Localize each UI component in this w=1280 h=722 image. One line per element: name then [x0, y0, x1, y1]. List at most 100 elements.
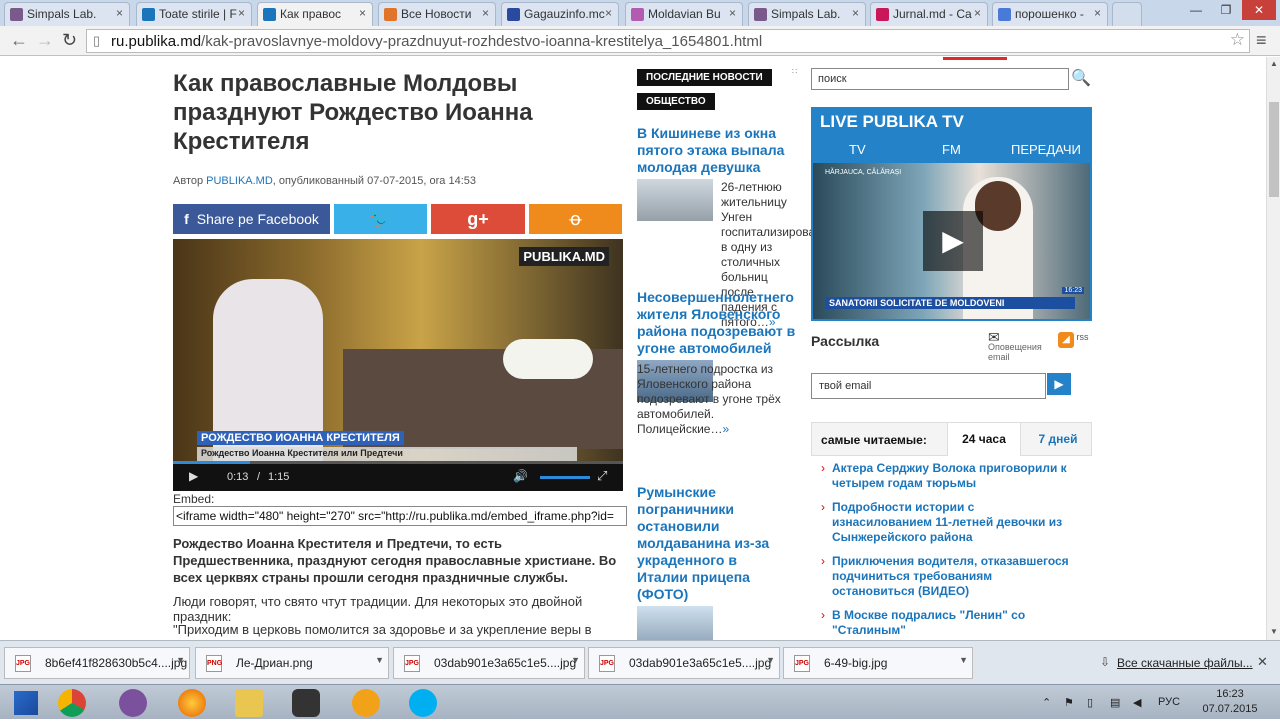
browser-tab[interactable]: Все Новости × [378, 2, 496, 26]
volume-icon[interactable]: 🔊 [513, 469, 528, 483]
clock[interactable]: 16:23 07.07.2015 [1200, 687, 1260, 717]
scroll-up-icon[interactable]: ▲ [1270, 59, 1278, 68]
web-page: Как православные Молдовы празднуют Рожде… [0, 57, 1266, 640]
chevron-down-icon[interactable]: ▼ [766, 655, 775, 665]
download-item[interactable]: JPG 6-49-big.jpg ▼ [783, 647, 973, 679]
browser-tab[interactable]: Jurnal.md - Ca × [870, 2, 988, 26]
browser-tab[interactable]: порошенко - × [992, 2, 1108, 26]
back-icon[interactable]: ← [10, 30, 28, 51]
email-notifications[interactable]: ✉ Оповещения email [988, 330, 1048, 362]
share-twitter-button[interactable]: 🐦 [334, 204, 427, 234]
page-scrollbar[interactable]: ▲ ▼ [1266, 57, 1280, 640]
taskbar-chrome[interactable] [46, 686, 98, 719]
scrollbar-thumb[interactable] [1269, 102, 1279, 197]
flag-icon[interactable]: ⚑ [1064, 696, 1074, 709]
chevron-down-icon[interactable]: ▼ [571, 655, 580, 665]
download-item[interactable]: JPG 03dab901e3a65c1e5....jpg ▼ [588, 647, 780, 679]
taskbar-camera[interactable] [280, 686, 332, 719]
browser-tab[interactable]: Simpals Lab. × [4, 2, 130, 26]
fullscreen-icon[interactable]: ⤢ [597, 468, 607, 484]
embed-code-field[interactable]: <iframe width="480" height="270" src="ht… [173, 506, 627, 526]
flag-icon [507, 8, 520, 21]
taskbar-firefox[interactable] [166, 686, 218, 719]
close-tab-icon[interactable]: × [238, 6, 245, 20]
society-label[interactable]: ОБЩЕСТВО [637, 93, 715, 110]
minimize-icon[interactable]: — [1182, 0, 1210, 20]
close-tab-icon[interactable]: × [605, 6, 612, 20]
scroll-down-icon[interactable]: ▼ [1270, 627, 1278, 636]
email-input[interactable]: твой email [811, 373, 1046, 399]
popular-item[interactable]: Подробности истории с изнасилованием 11-… [832, 500, 1077, 545]
rss-link[interactable]: ◢ rss [1058, 332, 1089, 348]
tray-expand-icon[interactable]: ⌃ [1042, 696, 1051, 709]
popular-item[interactable]: Актера Серджиу Волока приговорили к четы… [832, 461, 1077, 491]
network-icon[interactable]: ▤ [1110, 696, 1120, 709]
download-item[interactable]: PNG Ле-Дриан.png ▼ [195, 647, 389, 679]
popular-item[interactable]: В Москве подрались "Ленин" со "Сталиным" [832, 608, 1032, 638]
news-headline[interactable]: В Кишиневе из окна пятого этажа выпала м… [637, 125, 797, 176]
bookmark-star-icon[interactable]: ☆ [1230, 30, 1245, 50]
language-indicator[interactable]: РУС [1158, 696, 1180, 708]
reload-icon[interactable]: ↻ [62, 30, 77, 51]
live-video[interactable]: HĂRJAUCA, CĂLĂRAȘI ▶ 16:23 SANATORII SOL… [813, 163, 1090, 319]
video-progress-track[interactable] [173, 461, 623, 464]
browser-tab[interactable]: Moldavian Bu × [625, 2, 743, 26]
volume-icon[interactable]: ◀ [1133, 696, 1141, 709]
url-input[interactable]: ▯ ru.publika.md/kak-pravoslavnye-moldovy… [86, 29, 1250, 53]
subscribe-button[interactable]: ▶ [1047, 373, 1071, 395]
close-tab-icon[interactable]: × [974, 6, 981, 20]
bullet-icon: › [821, 500, 825, 514]
chevron-down-icon[interactable]: ▼ [176, 655, 185, 665]
browser-tab[interactable]: Gagauzinfo.mc × [501, 2, 619, 26]
browser-tab[interactable]: Simpals Lab. × [748, 2, 866, 26]
news-headline[interactable]: Несовершеннолетнего жителя Яловенского р… [637, 289, 797, 357]
share-facebook-button[interactable]: f Share pe Facebook [173, 204, 330, 234]
search-input[interactable]: поиск [811, 68, 1069, 90]
browser-tab-active[interactable]: Как правос × [257, 2, 373, 26]
taskbar-explorer[interactable] [223, 686, 275, 719]
close-tab-icon[interactable]: × [116, 6, 123, 20]
taskbar-viber[interactable] [107, 686, 159, 719]
author-link[interactable]: PUBLIKA.MD [206, 175, 273, 187]
close-tab-icon[interactable]: × [359, 6, 366, 20]
latest-news-label[interactable]: ПОСЛЕДНИЕ НОВОСТИ [637, 69, 772, 86]
odnoklassniki-icon: ꝋ [569, 209, 582, 229]
download-item[interactable]: JPG 8b6ef41f828630b5c4....jpg ▼ [4, 647, 190, 679]
maximize-icon[interactable]: ❐ [1212, 0, 1240, 20]
video-player[interactable]: PUBLIKA.MD РОЖДЕСТВО ИОАННА КРЕСТИТЕЛЯ Р… [173, 239, 623, 491]
chevron-down-icon[interactable]: ▼ [375, 655, 384, 665]
popular-item[interactable]: Приключения водителя, отказавшегося подч… [832, 554, 1077, 599]
close-tab-icon[interactable]: × [729, 6, 736, 20]
menu-icon[interactable]: ≡ [1256, 30, 1267, 51]
taskbar-app[interactable] [340, 686, 392, 719]
news-thumbnail[interactable] [637, 179, 713, 221]
live-tab-fm[interactable]: FM [942, 142, 961, 157]
browser-tab[interactable]: Toate stirile | F × [136, 2, 252, 26]
play-icon[interactable]: ▶ [189, 469, 198, 483]
close-tab-icon[interactable]: × [1094, 6, 1101, 20]
download-item[interactable]: JPG 03dab901e3a65c1e5....jpg ▼ [393, 647, 585, 679]
start-button[interactable] [0, 686, 52, 719]
viber-icon [119, 689, 147, 717]
tab-24h[interactable]: 24 часа [947, 423, 1021, 456]
share-ok-button[interactable]: ꝋ [529, 204, 622, 234]
close-tab-icon[interactable]: × [852, 6, 859, 20]
share-gplus-button[interactable]: g+ [431, 204, 525, 234]
news-thumbnail[interactable] [637, 606, 713, 640]
search-icon[interactable]: 🔍 [1070, 68, 1092, 90]
taskbar-skype[interactable] [397, 686, 449, 719]
live-tab-tv[interactable]: TV [849, 142, 866, 157]
tab-7days[interactable]: 7 дней [1024, 423, 1092, 456]
forward-icon[interactable]: → [36, 30, 54, 51]
close-tab-icon[interactable]: × [482, 6, 489, 20]
close-icon[interactable]: ✕ [1257, 654, 1268, 670]
new-tab-button[interactable] [1112, 2, 1142, 26]
close-window-icon[interactable]: ✕ [1242, 0, 1276, 20]
news-headline[interactable]: Румынские пограничники остановили молдав… [637, 484, 777, 603]
play-icon[interactable]: ▶ [923, 211, 983, 271]
live-tab-shows[interactable]: ПЕРЕДАЧИ [1011, 142, 1081, 157]
chevron-down-icon[interactable]: ▼ [959, 655, 968, 665]
show-all-downloads-link[interactable]: Все скачанные файлы... [1117, 656, 1253, 670]
battery-icon[interactable]: ▯ [1087, 696, 1093, 709]
volume-slider[interactable] [540, 476, 590, 479]
